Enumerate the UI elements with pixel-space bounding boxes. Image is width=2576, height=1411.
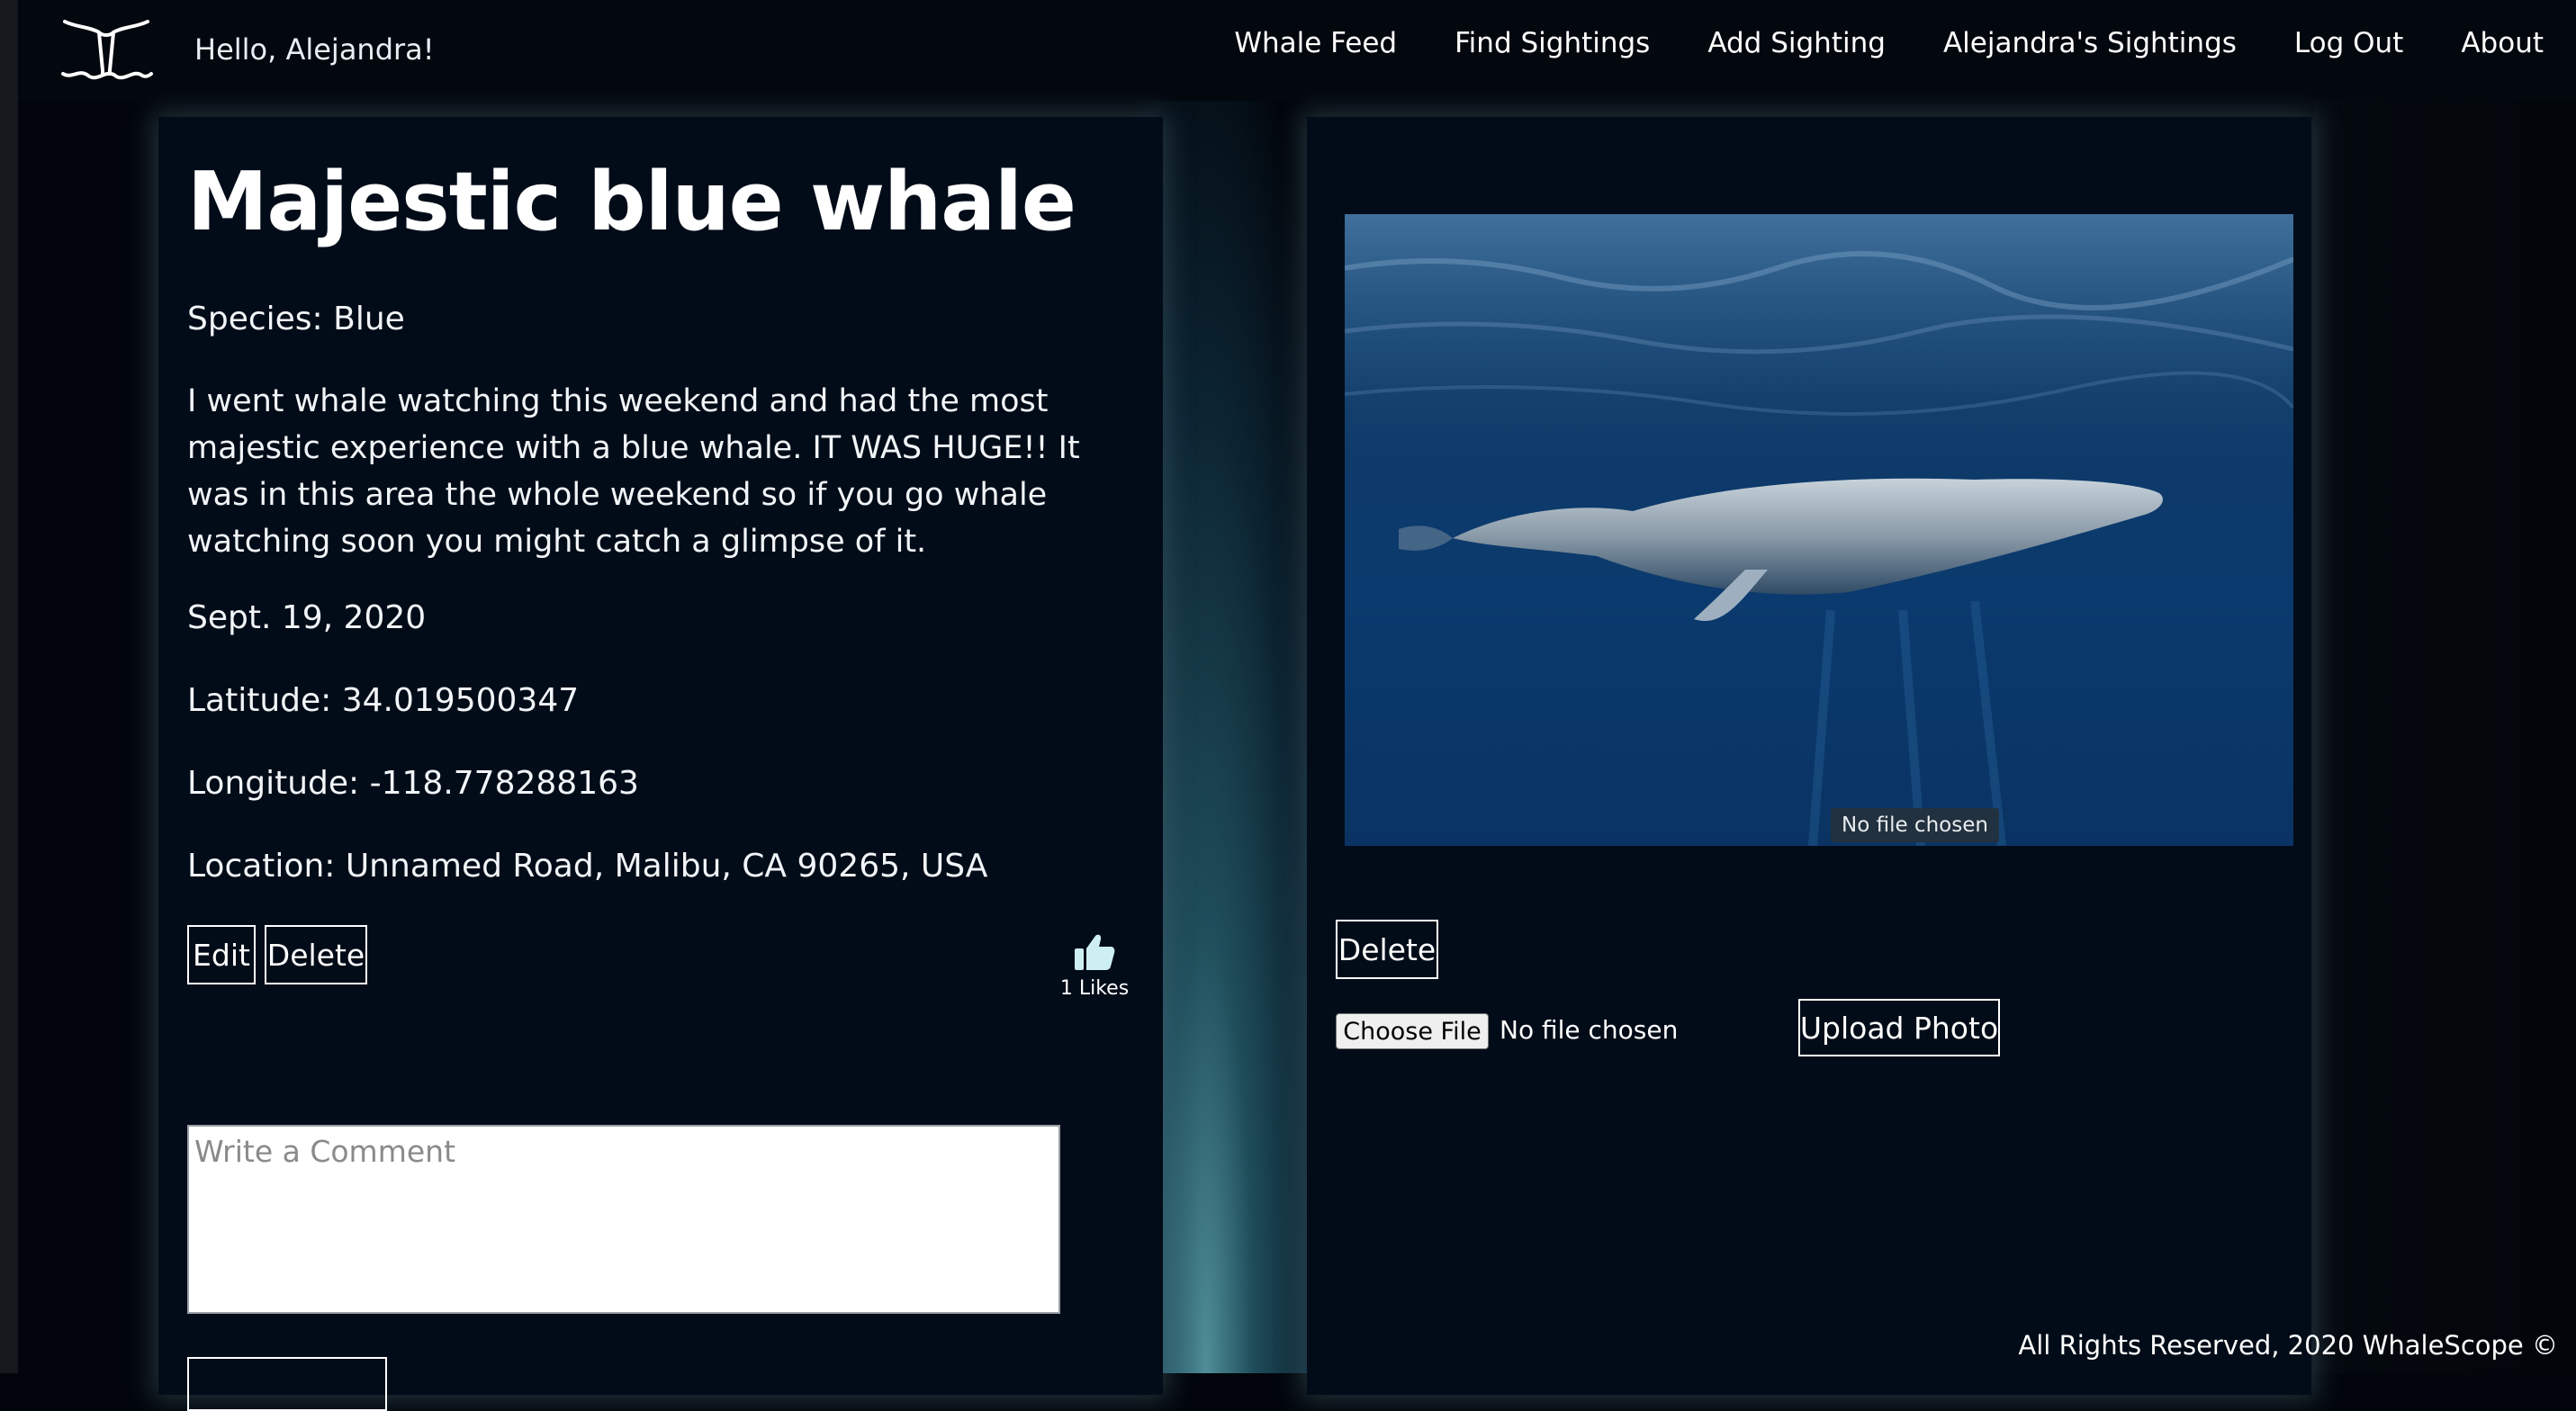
file-status-text: No file chosen xyxy=(1500,1015,1679,1045)
comment-submit-button[interactable] xyxy=(187,1357,387,1411)
nav-add-sighting[interactable]: Add Sighting xyxy=(1707,27,1886,67)
likes-count: 1 Likes xyxy=(1059,977,1130,1000)
file-tooltip: No file chosen xyxy=(1831,808,1999,842)
whale-photo xyxy=(1345,214,2293,846)
choose-file-button[interactable]: Choose File xyxy=(1336,1013,1489,1049)
photo-card: No file chosen Delete Choose File No fil… xyxy=(1307,117,2311,1395)
like-control[interactable]: 1 Likes xyxy=(1049,932,1139,1000)
thumbs-up-icon[interactable] xyxy=(1073,932,1116,972)
page-edge xyxy=(0,0,18,1373)
whale-image xyxy=(1345,214,2293,846)
nav-whale-feed[interactable]: Whale Feed xyxy=(1234,27,1397,67)
edit-button[interactable]: Edit xyxy=(187,925,256,984)
sighting-description: I went whale watching this weekend and h… xyxy=(187,383,1080,560)
greeting-text: Hello, Alejandra! xyxy=(194,32,435,67)
nav-my-sightings[interactable]: Alejandra's Sightings xyxy=(1943,27,2237,67)
nav-about[interactable]: About xyxy=(2461,27,2544,67)
nav-log-out[interactable]: Log Out xyxy=(2294,27,2403,67)
location-text: Location: Unnamed Road, Malibu, CA 90265… xyxy=(187,848,988,885)
delete-photo-button[interactable]: Delete xyxy=(1336,920,1438,979)
nav-links: Whale Feed Find Sightings Add Sighting A… xyxy=(1176,27,2576,67)
delete-sighting-button[interactable]: Delete xyxy=(265,925,367,984)
comment-input[interactable]: Write a Comment xyxy=(187,1125,1060,1314)
whale-tail-logo-icon[interactable] xyxy=(59,16,153,90)
latitude-text: Latitude: 34.019500347 xyxy=(187,682,580,719)
sighting-details-card: Majestic blue whale Species: Blue I went… xyxy=(158,117,1163,1411)
sighting-date: Sept. 19, 2020 xyxy=(187,599,427,636)
background-right xyxy=(2313,0,2576,1373)
upload-photo-button[interactable]: Upload Photo xyxy=(1798,999,2000,1056)
sighting-title: Majestic blue whale xyxy=(187,155,1076,249)
longitude-text: Longitude: -118.778288163 xyxy=(187,765,639,802)
species-text: Species: Blue xyxy=(187,301,405,337)
navbar: Hello, Alejandra! Whale Feed Find Sighti… xyxy=(18,0,2576,101)
nav-find-sightings[interactable]: Find Sightings xyxy=(1455,27,1650,67)
footer-copyright: All Rights Reserved, 2020 WhaleScope © xyxy=(2018,1330,2558,1361)
